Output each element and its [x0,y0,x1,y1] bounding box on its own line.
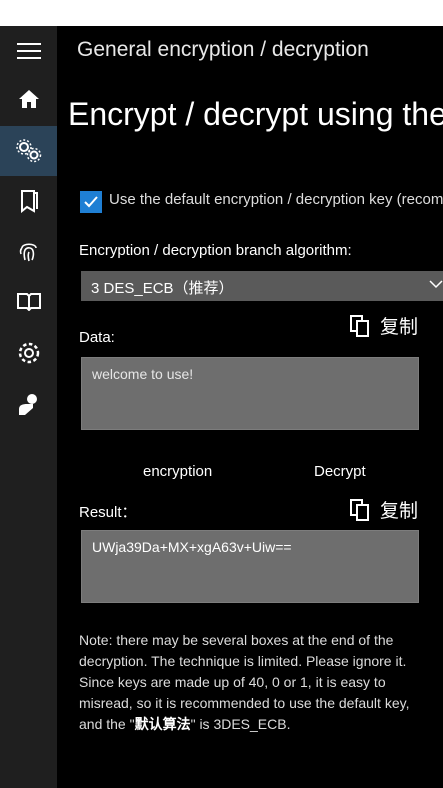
content-area: General encryption / decryption Encrypt … [57,0,443,788]
result-output-value: UWja39Da+MX+xgA63v+Uiw== [92,539,292,555]
nav-encryption-button[interactable] [0,126,57,176]
copy-result-button[interactable]: 复制 [349,496,418,523]
default-key-checkbox[interactable] [80,191,102,213]
nav-fingerprint-button[interactable] [0,226,57,276]
note-text-bold: 默认算法 [134,716,191,732]
copy-icon [350,314,369,337]
hamburger-menu-icon [16,43,41,59]
algorithm-label: Encryption / decryption branch algorithm… [79,242,352,259]
person-icon [18,394,37,415]
note-text: Note: there may be several boxes at the … [79,630,425,735]
nav-home-button[interactable] [0,74,57,124]
default-key-label[interactable]: Use the default encryption / decryption … [109,191,443,208]
app-header-title: General encryption / decryption [77,38,369,61]
copy-data-button[interactable]: 复制 [349,312,418,339]
nav-book-button[interactable] [0,176,57,226]
copy-data-label: 复制 [380,317,419,338]
result-label: Result： [79,504,137,521]
nav-profile-button[interactable] [0,380,57,430]
settings-icon [18,342,39,364]
algorithm-selected-value: 3 DES_ECB（推荐） [91,280,234,297]
copy-result-label: 复制 [380,501,419,522]
nav-reader-button[interactable] [0,276,57,326]
chevron-down-icon [429,280,443,289]
result-output[interactable]: UWja39Da+MX+xgA63v+Uiw== [81,530,419,603]
data-input-value: welcome to use! [92,366,194,382]
book-icon [20,190,38,213]
fingerprint-icon [19,243,37,262]
home-icon [18,90,39,108]
hamburger-menu-button[interactable] [0,26,57,76]
algorithm-select[interactable]: 3 DES_ECB（推荐） [81,271,443,301]
gears-icon [15,139,41,163]
decrypt-button[interactable]: Decrypt [314,463,366,480]
encryption-button[interactable]: encryption [143,463,212,480]
data-label: Data: [79,329,115,346]
copy-icon [350,498,369,521]
page-title: Encrypt / decrypt using the [68,96,443,132]
note-text-part2: " is 3DES_ECB. [190,716,291,732]
nav-settings-button[interactable] [0,328,57,378]
data-input[interactable]: welcome to use! [81,357,419,430]
checkmark-icon [84,196,98,208]
open-book-icon [16,293,41,311]
nav-rail [0,26,57,788]
